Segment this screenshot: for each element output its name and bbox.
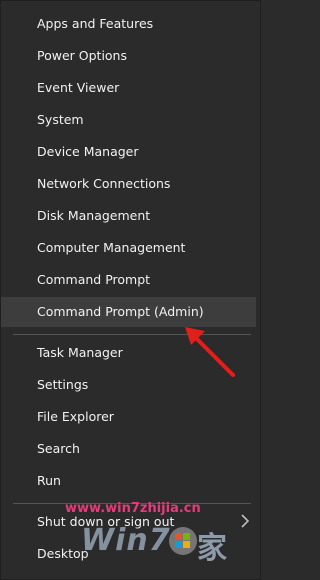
winx-power-user-menu: Apps and Features Power Options Event Vi… [0,0,261,580]
menu-item-power-options[interactable]: Power Options [1,41,256,71]
menu-item-event-viewer[interactable]: Event Viewer [1,73,256,103]
menu-item-network-connections[interactable]: Network Connections [1,169,256,199]
menu-item-disk-management[interactable]: Disk Management [1,201,256,231]
menu-item-computer-management[interactable]: Computer Management [1,233,256,263]
watermark-logo-text: Win7 [81,523,171,558]
menu-item-run[interactable]: Run [1,466,256,496]
menu-item-apps-and-features[interactable]: Apps and Features [1,9,256,39]
menu-item-system[interactable]: System [1,105,256,135]
watermark-url: www.win7zhijia.cn [65,501,201,516]
watermark-logo-cn: 家 [197,531,227,566]
menu-item-command-prompt[interactable]: Command Prompt [1,265,256,295]
annotation-arrow-icon [185,327,235,377]
menu-item-device-manager[interactable]: Device Manager [1,137,256,167]
menu-item-search[interactable]: Search [1,434,256,464]
menu-item-file-explorer[interactable]: File Explorer [1,402,256,432]
